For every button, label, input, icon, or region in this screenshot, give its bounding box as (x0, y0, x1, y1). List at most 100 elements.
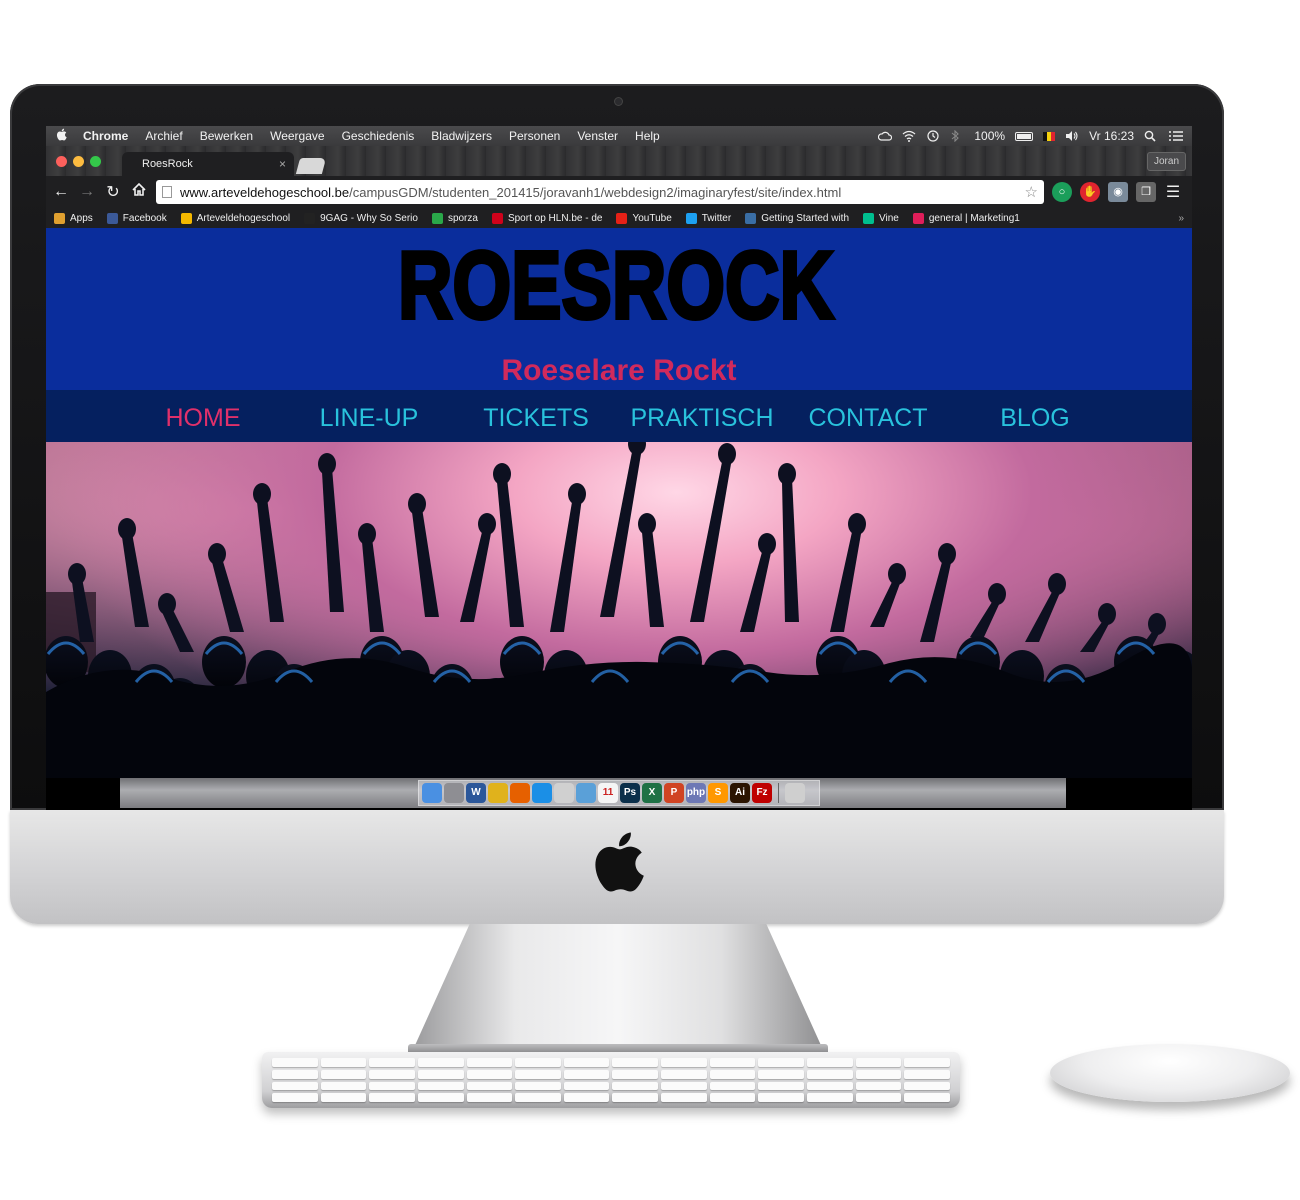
keyboard-key (320, 1069, 367, 1079)
menubar-status-area: 100% Vr 16:23 (878, 129, 1183, 143)
bookmark-item[interactable]: Twitter (685, 212, 731, 224)
bookmark-item[interactable]: Getting Started with (745, 212, 850, 224)
menu-bladwijzers[interactable]: Bladwijzers (431, 129, 492, 143)
extension-gray-icon[interactable]: ❒ (1136, 182, 1156, 202)
nav-home[interactable]: HOME (166, 404, 241, 433)
menubar-clock[interactable]: Vr 16:23 (1089, 129, 1134, 143)
calculator-icon[interactable] (554, 783, 574, 803)
menu-app-name[interactable]: Chrome (83, 129, 128, 143)
keyboard-key (320, 1058, 367, 1067)
keyboard-key (563, 1081, 610, 1091)
bookmark-item[interactable]: Arteveldehogeschool (180, 212, 290, 224)
screenshot-extension-icon[interactable]: ◉ (1108, 182, 1128, 202)
keyboard-key (612, 1058, 659, 1067)
trash-icon[interactable] (785, 783, 805, 803)
volume-icon[interactable] (1065, 130, 1079, 142)
bookmark-item[interactable]: sporza (431, 212, 478, 224)
keyboard-key (369, 1081, 415, 1091)
zoom-window-button[interactable] (90, 156, 101, 167)
magic-mouse (1050, 1044, 1290, 1102)
word-icon[interactable]: W (466, 783, 486, 803)
illustrator-icon[interactable]: Ai (730, 783, 750, 803)
keyboard-key (369, 1058, 415, 1067)
forward-arrow-icon[interactable]: → (78, 183, 96, 201)
bookmark-item[interactable]: YouTube (616, 212, 672, 224)
bookmark-item[interactable]: Vine (863, 212, 899, 224)
photoshop-icon[interactable]: Ps (620, 783, 640, 803)
apple-menu-icon[interactable] (56, 128, 67, 144)
close-window-button[interactable] (56, 156, 67, 167)
time-machine-icon[interactable] (926, 130, 940, 142)
battery-icon[interactable] (1015, 131, 1034, 141)
extension-green-icon[interactable]: ○ (1052, 182, 1072, 202)
menu-personen[interactable]: Personen (509, 129, 560, 143)
bookmark-item[interactable]: Sport op HLN.be - de (491, 212, 602, 224)
keyboard-key (515, 1058, 561, 1067)
notification-center-icon[interactable] (1168, 130, 1183, 142)
nav-blog[interactable]: BLOG (1000, 404, 1069, 433)
chrome-menu-icon[interactable]: ☰ (1164, 182, 1182, 202)
home-icon[interactable] (130, 182, 148, 201)
finder-icon[interactable] (422, 783, 442, 803)
nav-praktisch[interactable]: PRAKTISCH (630, 404, 773, 433)
camera (615, 98, 622, 105)
menu-weergave[interactable]: Weergave (270, 129, 324, 143)
nav-contact[interactable]: CONTACT (809, 404, 928, 433)
keyboard-key (563, 1058, 610, 1067)
menu-help[interactable]: Help (635, 129, 660, 143)
bookmarks-overflow-icon[interactable]: » (1178, 213, 1184, 224)
minimize-window-button[interactable] (73, 156, 84, 167)
firefox-icon[interactable] (510, 783, 530, 803)
calendar-icon[interactable]: 11 (598, 783, 618, 803)
menu-venster[interactable]: Venster (577, 129, 618, 143)
window-controls (56, 156, 101, 167)
sublime-icon[interactable]: S (708, 783, 728, 803)
keyboard-key (563, 1093, 610, 1102)
menu-archief[interactable]: Archief (145, 129, 182, 143)
bookmark-item[interactable]: general | Marketing1 (912, 212, 1020, 224)
profile-button[interactable]: Joran (1146, 152, 1186, 171)
bookmark-item[interactable]: Facebook (106, 212, 167, 224)
nav-tickets[interactable]: TICKETS (483, 404, 589, 433)
new-tab-button[interactable] (295, 158, 327, 174)
preview-icon[interactable] (576, 783, 596, 803)
bookmark-label: sporza (447, 212, 478, 224)
roesrock-logo[interactable]: ROESROCK (398, 246, 838, 326)
bookmark-label: Getting Started with (761, 212, 850, 224)
powerpoint-icon[interactable]: P (664, 783, 684, 803)
chrome-icon[interactable] (488, 783, 508, 803)
tab-close-icon[interactable]: × (279, 157, 286, 171)
bluetooth-icon[interactable] (950, 129, 964, 143)
menu-bewerken[interactable]: Bewerken (200, 129, 253, 143)
bookmark-item[interactable]: 9GAG - Why So Serio (304, 212, 418, 224)
menu-geschiedenis[interactable]: Geschiedenis (342, 129, 415, 143)
browser-toolbar: ← → ↻ www.arteveldehogeschool.be /campus… (46, 176, 1192, 208)
keyboard-key (807, 1058, 853, 1067)
bookmark-label: Vine (879, 212, 899, 224)
php-icon[interactable]: php (686, 783, 706, 803)
filezilla-icon[interactable]: Fz (752, 783, 772, 803)
address-bar[interactable]: www.arteveldehogeschool.be /campusGDM/st… (156, 180, 1044, 204)
spotlight-search-icon[interactable] (1144, 130, 1158, 142)
keyboard-key (661, 1069, 707, 1079)
bookmark-item[interactable]: Apps (54, 212, 93, 224)
launchpad-icon[interactable] (444, 783, 464, 803)
excel-icon[interactable]: X (642, 783, 662, 803)
keyboard-key (904, 1093, 950, 1102)
bookmark-star-icon[interactable]: ☆ (1025, 183, 1038, 201)
keyboard-key (272, 1058, 318, 1067)
reload-icon[interactable]: ↻ (104, 182, 122, 202)
hero-concert-image (46, 442, 1192, 778)
creative-cloud-icon[interactable] (878, 130, 893, 142)
tab-roesrock[interactable]: RoesRock × (122, 152, 294, 176)
nav-line-up[interactable]: LINE-UP (320, 404, 419, 433)
safari-icon[interactable] (532, 783, 552, 803)
wifi-icon[interactable] (902, 130, 916, 142)
screen: Chrome Archief Bewerken Weergave Geschie… (46, 126, 1192, 810)
imac-stand (412, 924, 824, 1052)
back-arrow-icon[interactable]: ← (52, 183, 70, 201)
belgium-flag-icon[interactable] (1043, 131, 1056, 141)
dock-separator (778, 783, 779, 803)
adblock-icon[interactable]: ✋ (1080, 182, 1100, 202)
keyboard-key (369, 1093, 415, 1102)
